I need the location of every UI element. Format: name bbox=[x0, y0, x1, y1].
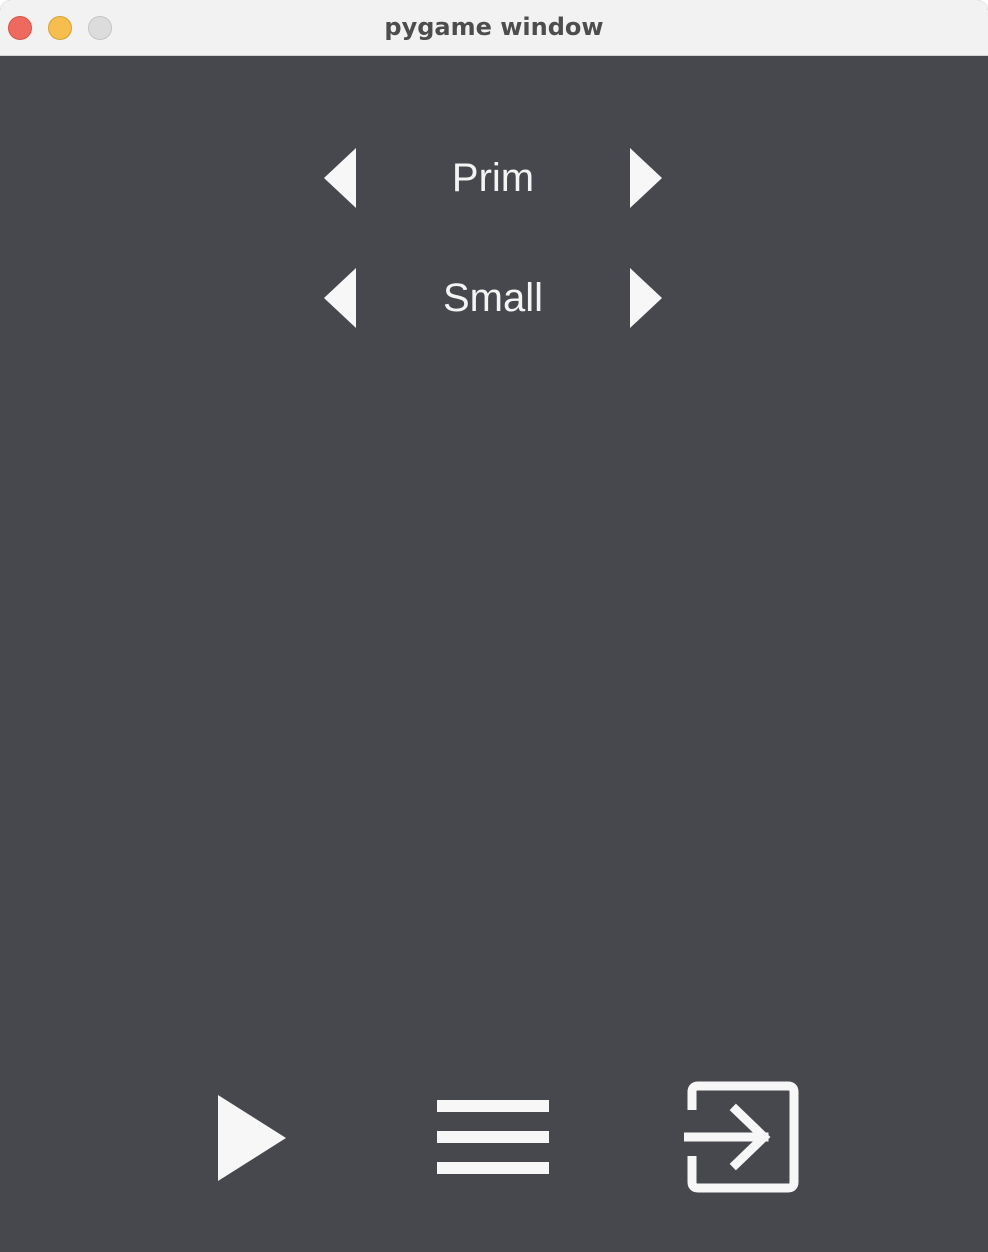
size-value: Small bbox=[442, 276, 544, 320]
triangle-right-icon bbox=[630, 268, 662, 328]
triangle-right-icon bbox=[630, 148, 662, 208]
title-bar[interactable]: pygame window bbox=[0, 0, 988, 56]
pygame-window: pygame window Prim Small bbox=[0, 0, 988, 1252]
menu-button[interactable] bbox=[436, 1098, 550, 1176]
play-button[interactable] bbox=[214, 1092, 290, 1184]
window-title: pygame window bbox=[384, 13, 604, 41]
exit-icon bbox=[684, 1081, 799, 1193]
play-icon bbox=[218, 1095, 286, 1181]
exit-button[interactable] bbox=[684, 1078, 802, 1196]
algorithm-value: Prim bbox=[451, 156, 535, 200]
algorithm-next-button[interactable] bbox=[626, 146, 666, 210]
size-prev-button[interactable] bbox=[322, 266, 362, 330]
size-next-button[interactable] bbox=[626, 266, 666, 330]
triangle-left-icon bbox=[324, 148, 356, 208]
triangle-left-icon bbox=[324, 268, 356, 328]
hamburger-menu-icon bbox=[437, 1100, 549, 1174]
algorithm-prev-button[interactable] bbox=[322, 146, 362, 210]
